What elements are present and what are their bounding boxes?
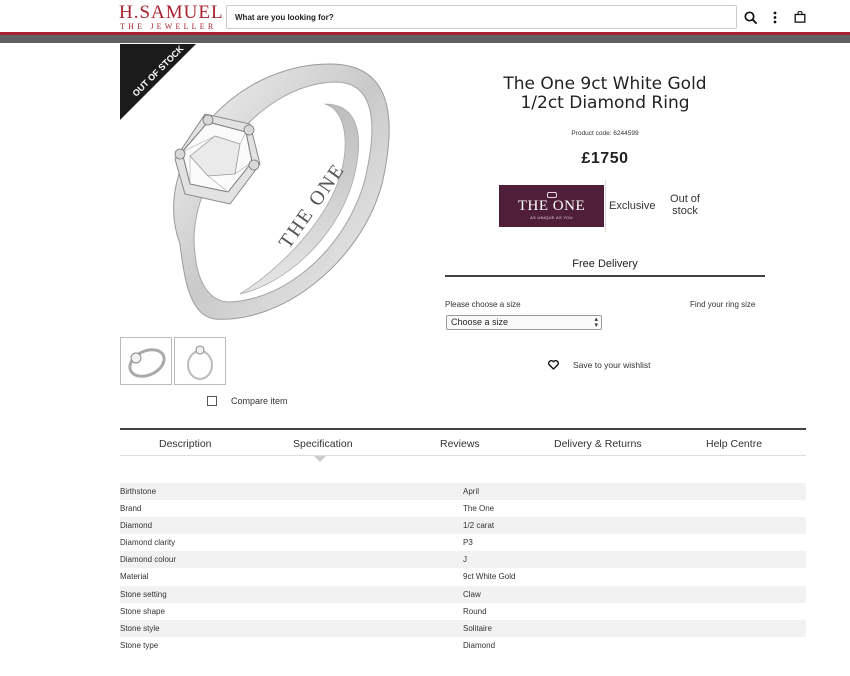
table-row: Material 9ct White Gold [120,568,806,585]
table-row: Stone setting Claw [120,585,806,603]
spec-value: 9ct White Gold [463,572,516,582]
tab-description[interactable]: Description [159,438,212,450]
free-delivery-label: Free Delivery [572,258,638,270]
tab-delivery-returns[interactable]: Delivery & Returns [554,438,642,450]
product-price: £1750 [581,150,629,167]
tab-specification[interactable]: Specification [293,438,353,450]
product-title: The One 9ct White Gold 1/2ct Diamond Rin… [445,75,765,113]
stock-status: Out of stock [664,193,706,217]
table-row: Stone style Solitaire [120,619,806,637]
spec-value: April [463,487,480,496]
stock-status-line2: stock [672,205,698,217]
size-select[interactable]: Choose a size ▴ ▾ [446,315,602,330]
compare-checkbox[interactable] [207,396,217,406]
out-of-stock-banner [120,44,196,120]
spec-value: The One [463,504,495,514]
divider [445,275,765,277]
site-header: H.SAMUEL THE JEWELLER [0,0,850,43]
spec-key: Stone shape [120,606,165,616]
brand-badge: THE ONE AS UNIQUE AS YOU [499,185,604,227]
size-select-value: Choose a size [451,317,509,327]
compare-label: Compare item [231,396,288,406]
spec-value: 1/2 carat [463,521,495,531]
table-row: Stone shape Round [120,603,806,620]
tab-help-centre[interactable]: Help Centre [706,438,762,450]
product-thumbnail-2[interactable] [174,337,226,385]
spec-value: J [463,555,467,565]
spec-key: Diamond [120,521,153,531]
shopping-bag-icon[interactable] [792,9,808,25]
logo-sub-text: THE JEWELLER [120,22,217,31]
spec-value: Solitaire [463,623,492,633]
find-ring-size-link[interactable]: Find your ring size [690,300,755,309]
site-logo[interactable]: H.SAMUEL THE JEWELLER [119,3,223,33]
select-arrows-icon: ▴ ▾ [594,316,598,329]
spec-value: P3 [463,538,473,548]
spec-key: Brand [120,504,142,514]
spec-key: Diamond colour [120,555,177,565]
product-thumbnail-1[interactable] [120,337,172,385]
heart-icon [548,360,559,370]
search-input[interactable] [226,5,737,29]
product-main-image[interactable]: THE ONE OUT OF STOCK [120,44,406,329]
exclusive-label: Exclusive [609,200,656,212]
wishlist-label: Save to your wishlist [573,360,651,370]
product-code: Product code: 6244599 [571,130,639,137]
spec-key: Diamond clarity [120,538,176,548]
table-row: Stone type Diamond [120,637,806,654]
spec-key: Material [120,572,149,582]
wishlist-button[interactable]: Save to your wishlist [548,360,650,370]
divider [605,180,606,232]
table-row: Diamond 1/2 carat [120,517,806,535]
spec-value: Claw [463,589,481,599]
product-tabs: Description Specification Reviews Delive… [120,428,806,456]
product-title-line1: The One 9ct White Gold [503,74,707,94]
stock-status-line1: Out of [670,193,700,205]
spec-key: Stone type [120,640,159,650]
search-icon[interactable] [742,9,758,25]
brand-badge-tagline: AS UNIQUE AS YOU [530,215,573,220]
table-row: Brand The One [120,500,806,517]
product-title-line2: 1/2ct Diamond Ring [520,93,690,113]
specification-table: Birthstone April Brand The One Diamond 1/2 … [120,483,806,654]
brand-badge-name: THE ONE [517,198,586,214]
more-vertical-icon[interactable] [767,9,783,25]
compare-item[interactable]: Compare item [207,396,288,406]
header-nav-bar [0,35,850,43]
spec-value: Round [463,606,487,616]
spec-key: Stone style [120,623,160,633]
tab-reviews[interactable]: Reviews [440,438,480,450]
table-row: Diamond colour J [120,551,806,569]
size-label: Please choose a size [445,300,521,309]
table-row: Birthstone April [120,483,806,501]
table-row: Diamond clarity P3 [120,534,806,551]
logo-main-text: H.SAMUEL [119,2,224,23]
spec-key: Birthstone [120,487,157,496]
spec-key: Stone setting [120,589,167,599]
active-tab-indicator [314,456,326,462]
spec-value: Diamond [463,640,496,650]
